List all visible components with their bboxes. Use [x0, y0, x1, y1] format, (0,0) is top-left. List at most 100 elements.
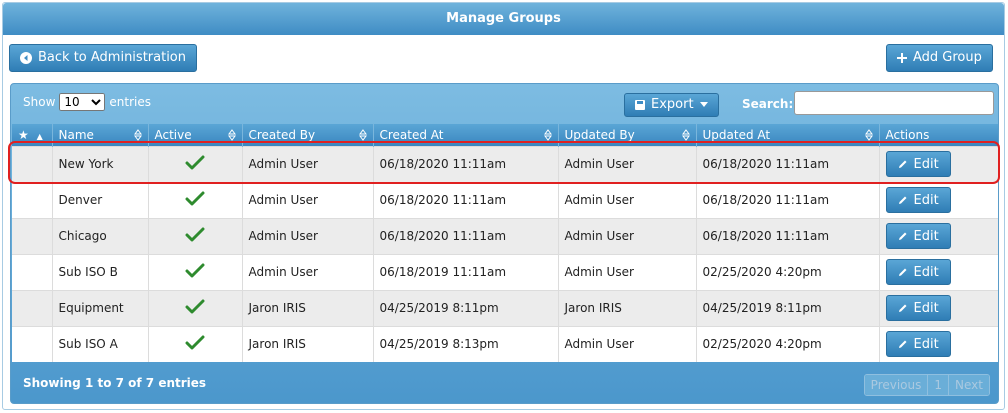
- created-by-cell: Admin User: [242, 145, 374, 182]
- actions-cell: Edit: [879, 289, 998, 326]
- star-icon: ★: [18, 127, 29, 142]
- active-column-header[interactable]: Active: [148, 124, 243, 146]
- edit-button[interactable]: Edit: [885, 223, 951, 249]
- favorite-cell[interactable]: [12, 289, 53, 326]
- favorite-cell[interactable]: [12, 217, 53, 254]
- name-column-header[interactable]: Name: [52, 124, 149, 146]
- entries-info: Showing 1 to 7 of 7 entries: [23, 376, 207, 390]
- updated-by-header-label: Updated By: [564, 127, 635, 142]
- manage-groups-window: Manage Groups Back to Administration Add…: [2, 2, 1005, 410]
- save-icon: [635, 100, 645, 110]
- search-input[interactable]: [794, 91, 994, 115]
- created-at-cell: 06/18/2019 11:11am: [373, 253, 559, 290]
- sort-icon: [227, 129, 236, 141]
- page-size-select[interactable]: 10: [59, 93, 106, 111]
- created-at-column-header[interactable]: Created At: [373, 124, 559, 146]
- table-footer: Showing 1 to 7 of 7 entries Previous 1 N…: [11, 365, 998, 403]
- created-at-cell: 04/25/2019 8:13pm: [373, 325, 559, 362]
- actions-cell: Edit: [879, 325, 998, 362]
- created-by-header-label: Created By: [248, 127, 316, 142]
- sort-icon: [133, 129, 142, 141]
- edit-label: Edit: [913, 192, 939, 208]
- created-at-cell: 06/18/2020 11:11am: [373, 145, 559, 182]
- groups-table: ★ ▲ Name Active Created By Created At Up…: [12, 124, 998, 362]
- sort-icon: [681, 129, 690, 141]
- plus-icon: [897, 53, 907, 63]
- edit-label: Edit: [913, 264, 939, 280]
- updated-at-header-label: Updated At: [702, 127, 771, 142]
- checkmark-icon: [185, 335, 205, 350]
- favorite-cell[interactable]: [12, 325, 53, 362]
- next-page-button[interactable]: Next: [949, 375, 989, 395]
- pencil-icon: [898, 304, 906, 312]
- pencil-icon: [898, 160, 906, 168]
- updated-at-cell: 02/25/2020 4:20pm: [696, 253, 880, 290]
- edit-button[interactable]: Edit: [885, 187, 951, 213]
- table-row: New York Admin User 06/18/2020 11:11am Admi…: [12, 145, 998, 182]
- favorite-column-header[interactable]: ★ ▲: [12, 124, 53, 146]
- edit-button[interactable]: Edit: [885, 259, 951, 285]
- add-group-button[interactable]: Add Group: [886, 44, 993, 72]
- page-number-button[interactable]: 1: [928, 375, 950, 395]
- sort-icon: [543, 129, 552, 141]
- active-cell: [148, 253, 243, 290]
- page-size-control: Show 10 entries: [23, 93, 151, 111]
- actions-header-label: Actions: [885, 127, 930, 142]
- favorite-cell[interactable]: [12, 145, 53, 182]
- active-cell: [148, 145, 243, 182]
- pencil-icon: [898, 340, 906, 349]
- pencil-icon: [898, 232, 906, 240]
- export-button[interactable]: Export: [624, 93, 719, 117]
- updated-by-cell: Admin User: [558, 253, 697, 290]
- table-row: Equipment Jaron IRIS 04/25/2019 8:11pm Jaro…: [12, 289, 998, 326]
- caret-down-icon: [699, 102, 708, 108]
- favorite-cell[interactable]: [12, 253, 53, 290]
- page-title: Manage Groups: [3, 3, 1004, 35]
- sort-up-icon: ▲: [36, 131, 43, 141]
- updated-at-cell: 04/25/2019 8:11pm: [696, 289, 880, 326]
- show-label: Show: [23, 95, 56, 109]
- checkmark-icon: [185, 263, 205, 277]
- created-by-cell: Jaron IRIS: [242, 289, 374, 326]
- updated-at-cell: 06/18/2020 11:11am: [696, 181, 880, 218]
- checkmark-icon: [185, 227, 205, 241]
- edit-label: Edit: [913, 300, 939, 316]
- table-row: Denver Admin User 06/18/2020 11:11am Admin …: [12, 181, 998, 218]
- pencil-icon: [898, 268, 906, 276]
- sort-icon: [358, 129, 367, 141]
- actions-cell: Edit: [879, 145, 998, 182]
- table-body: New York Admin User 06/18/2020 11:11am Admi…: [12, 145, 998, 362]
- checkmark-icon: [185, 191, 205, 205]
- name-cell: New York: [52, 145, 149, 182]
- favorite-cell[interactable]: [12, 181, 53, 218]
- export-label: Export: [651, 97, 694, 112]
- created-at-cell: 06/18/2020 11:11am: [373, 181, 559, 218]
- entries-label: entries: [109, 95, 151, 109]
- created-by-cell: Admin User: [242, 253, 374, 290]
- updated-by-column-header[interactable]: Updated By: [558, 124, 697, 146]
- created-by-column-header[interactable]: Created By: [242, 124, 374, 146]
- table-header-row: ★ ▲ Name Active Created By Created At Up…: [12, 124, 998, 146]
- updated-at-cell: 06/18/2020 11:11am: [696, 145, 880, 182]
- name-cell: Denver: [52, 181, 149, 218]
- edit-button[interactable]: Edit: [885, 151, 951, 177]
- back-to-administration-button[interactable]: Back to Administration: [9, 44, 198, 72]
- edit-button[interactable]: Edit: [885, 331, 951, 358]
- pencil-icon: [898, 196, 906, 204]
- edit-label: Edit: [913, 336, 939, 352]
- updated-by-cell: Admin User: [558, 181, 697, 218]
- updated-by-cell: Admin User: [558, 325, 697, 362]
- name-cell: Equipment: [52, 289, 149, 326]
- table-row: Sub ISO B Admin User 06/18/2019 11:11am Adm…: [12, 253, 998, 290]
- updated-by-cell: Jaron IRIS: [558, 289, 697, 326]
- created-by-cell: Admin User: [242, 181, 374, 218]
- updated-at-column-header[interactable]: Updated At: [696, 124, 880, 146]
- edit-button[interactable]: Edit: [885, 295, 951, 321]
- previous-page-button[interactable]: Previous: [864, 375, 929, 395]
- search-label: Search:: [742, 97, 794, 111]
- actions-cell: Edit: [879, 217, 998, 254]
- updated-by-cell: Admin User: [558, 145, 697, 182]
- checkmark-icon: [185, 299, 205, 313]
- created-at-cell: 06/18/2020 11:11am: [373, 217, 559, 254]
- table-row: Chicago Admin User 06/18/2020 11:11am Admin…: [12, 217, 998, 254]
